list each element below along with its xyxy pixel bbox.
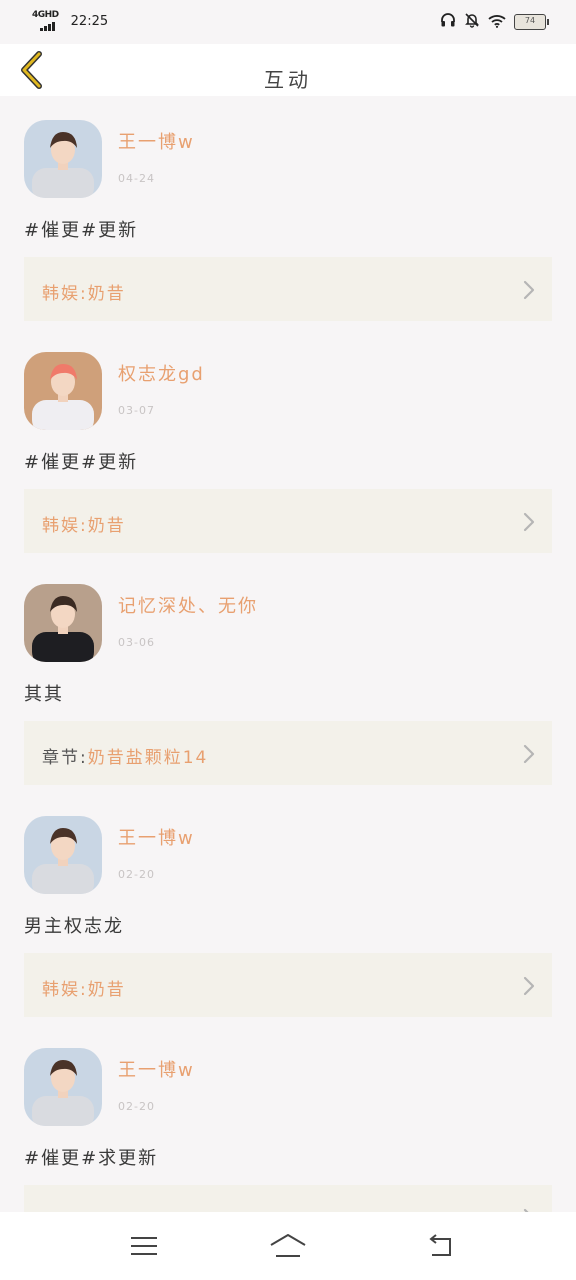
chevron-right-icon [523, 976, 535, 996]
reference-title: 奶昔 [87, 516, 126, 536]
headphones-icon [440, 12, 456, 32]
post-date: 03-06 [118, 636, 155, 649]
reference-label: 韩娱: [42, 516, 88, 536]
book-reference-text: 章节:奶昔盐颗粒14 [42, 743, 208, 768]
avatar[interactable] [24, 1048, 102, 1126]
network-type: 4GHD [32, 10, 59, 20]
chevron-right-icon [523, 280, 535, 300]
status-bar: 4GHD 22:25 74 [0, 0, 576, 44]
status-left: 4GHD 22:25 [32, 11, 108, 31]
book-reference-card[interactable]: 韩娱:奶昔 [24, 257, 552, 321]
username[interactable]: 王一博w [118, 128, 195, 154]
chevron-right-icon [523, 744, 535, 764]
reference-label: 韩娱: [42, 980, 88, 1000]
status-right: 74 [440, 12, 549, 32]
comment-text: #催更#求更新 [24, 1148, 159, 1169]
username[interactable]: 王一博w [118, 824, 195, 850]
book-reference-card[interactable]: 韩娱:奶昔 [24, 1185, 552, 1212]
chevron-right-icon [523, 512, 535, 532]
home-icon [270, 1234, 306, 1257]
signal-icon [40, 21, 59, 31]
status-time: 22:25 [70, 13, 109, 29]
username[interactable]: 记忆深处、无你 [118, 592, 258, 618]
interaction-item: 权志龙gd 03-07 #催更#更新 韩娱:奶昔 [0, 328, 576, 560]
post-date: 04-24 [118, 172, 155, 185]
menu-icon [131, 1237, 157, 1255]
battery-level: 74 [524, 16, 536, 25]
avatar[interactable] [24, 120, 102, 198]
reference-title: 奶昔盐颗粒14 [87, 748, 209, 768]
reference-title: 奶昔 [87, 980, 126, 1000]
book-reference-card[interactable]: 章节:奶昔盐颗粒14 [24, 721, 552, 785]
username[interactable]: 权志龙gd [118, 360, 205, 386]
reference-title: 奶昔 [87, 284, 126, 304]
interaction-item: 王一博w 04-24 #催更#更新 韩娱:奶昔 [0, 96, 576, 328]
interaction-item: 王一博w 02-20 #催更#求更新 韩娱:奶昔 [0, 1024, 576, 1212]
comment-text: #催更#更新 [24, 452, 139, 473]
reference-label: 章节: [42, 748, 88, 768]
username[interactable]: 王一博w [118, 1056, 195, 1082]
app-header: 互动 [0, 44, 576, 96]
home-button[interactable] [266, 1230, 310, 1262]
book-reference-text: 韩娱:奶昔 [42, 279, 126, 304]
book-reference-text: 韩娱:奶昔 [42, 975, 126, 1000]
wifi-icon [488, 13, 506, 32]
book-reference-card[interactable]: 韩娱:奶昔 [24, 953, 552, 1017]
system-back-button[interactable] [418, 1230, 462, 1262]
post-date: 03-07 [118, 404, 155, 417]
back-icon [429, 1234, 451, 1256]
comment-text: 男主权志龙 [24, 916, 124, 937]
book-reference-card[interactable]: 韩娱:奶昔 [24, 489, 552, 553]
avatar[interactable] [24, 352, 102, 430]
avatar[interactable] [24, 584, 102, 662]
battery-icon: 74 [514, 14, 549, 30]
post-date: 02-20 [118, 868, 155, 881]
book-reference-text: 韩娱:奶昔 [42, 511, 126, 536]
system-nav-bar [0, 1212, 576, 1280]
mute-bell-icon [464, 12, 480, 32]
reference-label: 韩娱: [42, 284, 88, 304]
comment-text: #催更#更新 [24, 220, 139, 241]
interaction-feed[interactable]: 王一博w 04-24 #催更#更新 韩娱:奶昔 权志龙gd 03-07 #催更#… [0, 96, 576, 1212]
menu-button[interactable] [122, 1230, 166, 1262]
post-date: 02-20 [118, 1100, 155, 1113]
interaction-item: 王一博w 02-20 男主权志龙 韩娱:奶昔 [0, 792, 576, 1024]
avatar[interactable] [24, 816, 102, 894]
comment-text: 其其 [24, 684, 64, 705]
page-title: 互动 [264, 68, 312, 92]
interaction-item: 记忆深处、无你 03-06 其其 章节:奶昔盐颗粒14 [0, 560, 576, 792]
